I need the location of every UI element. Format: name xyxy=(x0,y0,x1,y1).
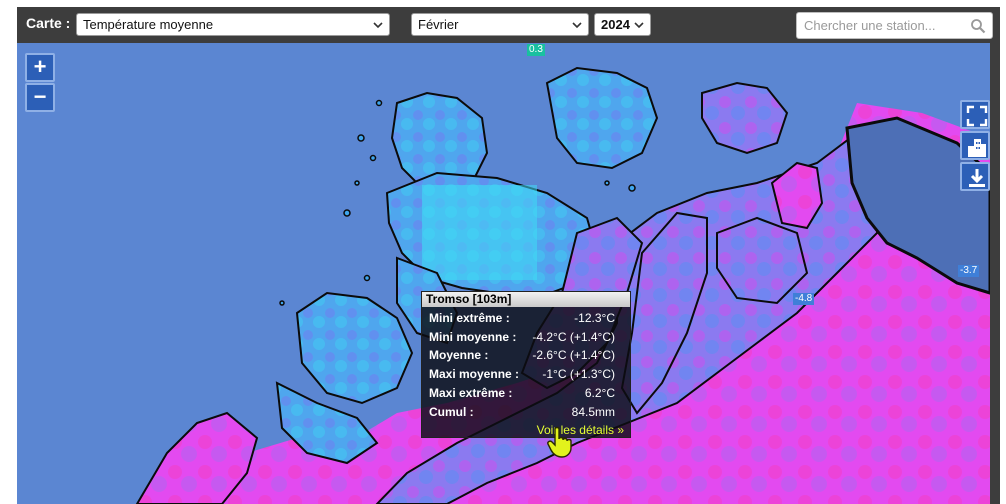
tooltip-row-label: Cumul : xyxy=(429,405,474,419)
chevron-down-icon xyxy=(634,22,644,29)
zoom-out-button[interactable]: − xyxy=(25,83,55,112)
year-select[interactable]: 2024 xyxy=(594,13,651,36)
tooltip-row-label: Maxi moyenne : xyxy=(429,367,520,381)
variable-select-value: Température moyenne xyxy=(83,17,214,32)
download-button[interactable] xyxy=(960,162,990,191)
search-icon[interactable] xyxy=(970,18,986,34)
chevron-down-icon xyxy=(373,22,383,29)
station-tooltip: Tromso [103m] Mini extrême : -12.3°C Min… xyxy=(421,291,631,438)
month-select[interactable]: Février xyxy=(411,13,589,36)
tooltip-row-label: Moyenne : xyxy=(429,348,489,362)
tooltip-row-label: Maxi extrême : xyxy=(429,386,513,400)
station-search[interactable] xyxy=(796,12,993,39)
cities-button[interactable] xyxy=(960,131,990,160)
tooltip-row: Maxi moyenne : -1°C (+1.3°C) xyxy=(429,367,629,385)
chevron-down-icon xyxy=(572,22,582,29)
tooltip-row: Mini moyenne : -4.2°C (+1.4°C) xyxy=(429,330,629,348)
map-toolbar: Carte : Température moyenne Février 2024 xyxy=(17,7,1000,43)
variable-select[interactable]: Température moyenne xyxy=(76,13,390,36)
value-label[interactable]: -4.8 xyxy=(793,293,815,305)
tooltip-row-value: -1°C (+1.3°C) xyxy=(542,367,615,381)
fullscreen-button[interactable] xyxy=(960,100,990,129)
tooltip-row-value: 84.5mm xyxy=(571,405,615,419)
value-label[interactable]: 0.3 xyxy=(527,44,545,56)
tooltip-row-label: Mini moyenne : xyxy=(429,330,517,344)
city-icon xyxy=(968,139,986,157)
download-icon xyxy=(969,169,985,187)
tooltip-row: Maxi extrême : 6.2°C xyxy=(429,386,629,404)
carte-label: Carte : xyxy=(26,15,71,31)
month-select-value: Février xyxy=(418,17,459,32)
tooltip-row-label: Mini extrême : xyxy=(429,311,510,325)
fullscreen-icon xyxy=(966,105,988,127)
tooltip-row: Cumul : 84.5mm xyxy=(429,405,629,423)
bright-cold-zone xyxy=(422,185,537,280)
zoom-in-button[interactable]: + xyxy=(25,53,55,82)
tooltip-row: Moyenne : -2.6°C (+1.4°C) xyxy=(429,348,629,366)
tooltip-row: Mini extrême : -12.3°C xyxy=(429,311,629,329)
tooltip-title: Tromso [103m] xyxy=(422,292,630,307)
hand-cursor-icon xyxy=(547,426,572,458)
year-select-value: 2024 xyxy=(601,17,630,32)
tooltip-row-value: -2.6°C (+1.4°C) xyxy=(532,348,615,362)
station-search-input[interactable] xyxy=(804,18,964,33)
map-scrollbar[interactable] xyxy=(990,43,1000,504)
value-label[interactable]: -3.7 xyxy=(958,265,980,277)
tooltip-row-value: 6.2°C xyxy=(584,386,615,400)
tooltip-row-value: -4.2°C (+1.4°C) xyxy=(532,330,615,344)
tooltip-row-value: -12.3°C xyxy=(574,311,615,325)
